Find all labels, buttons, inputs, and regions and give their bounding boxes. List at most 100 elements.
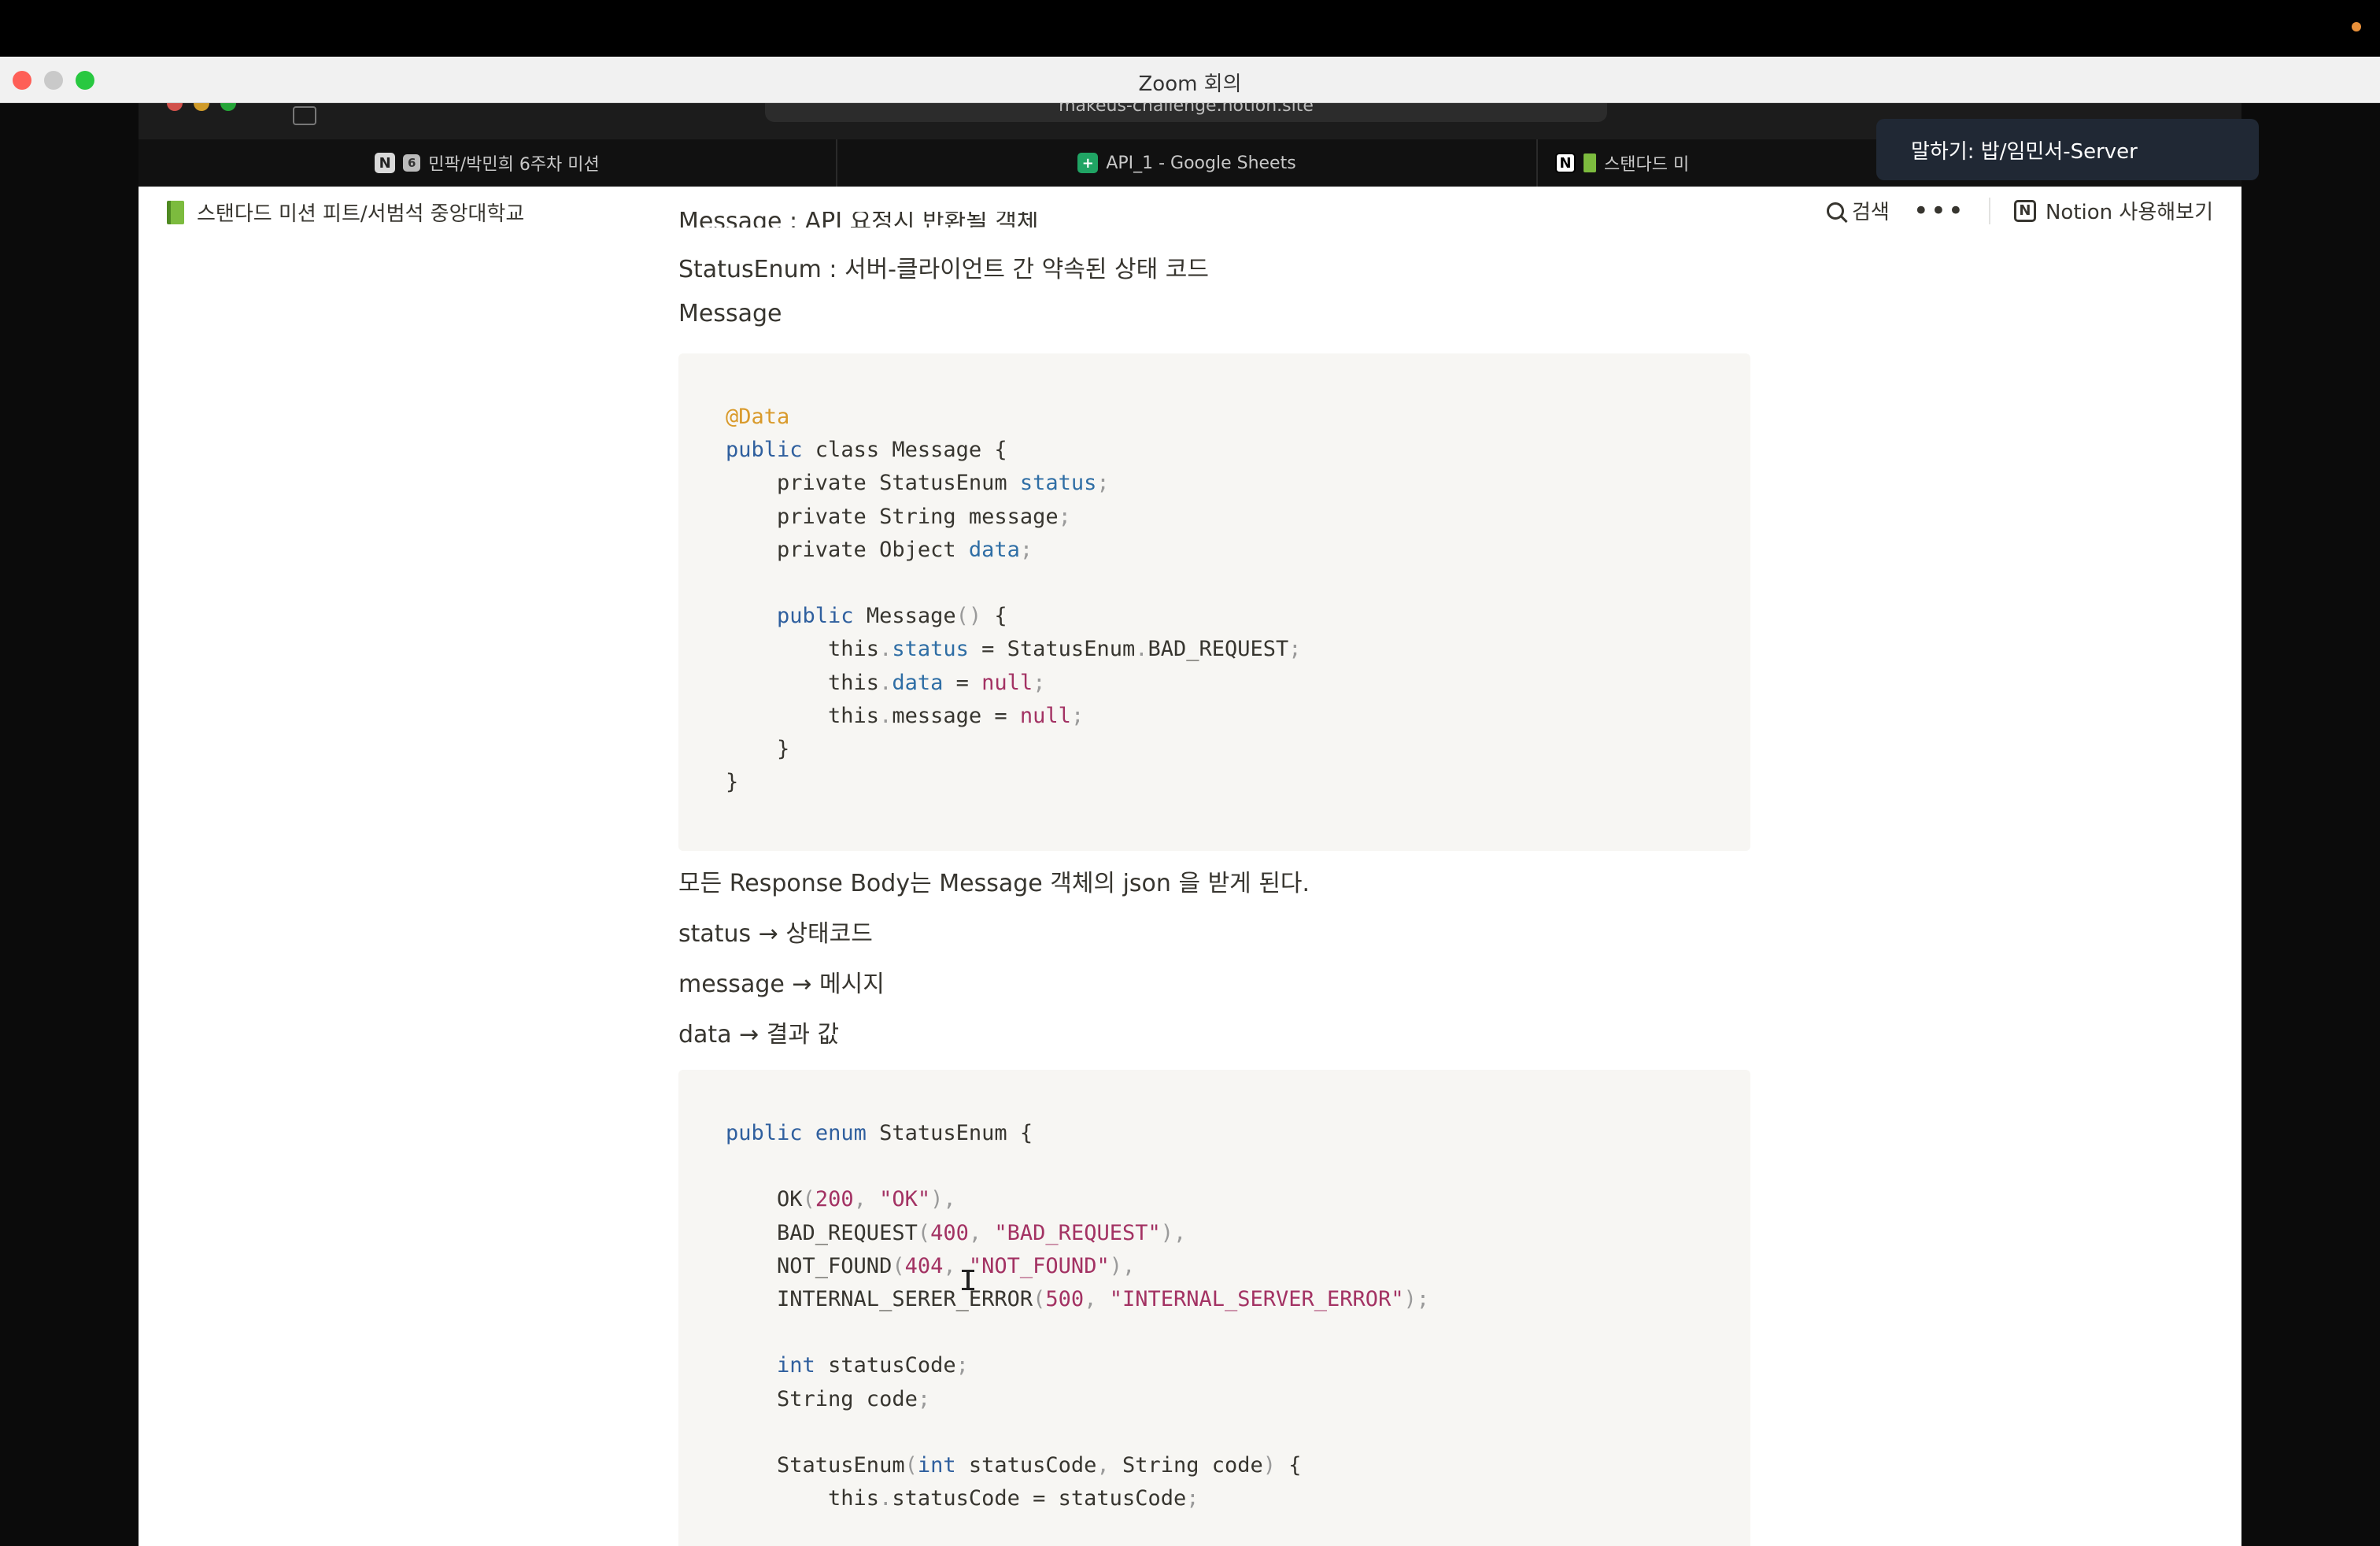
code-token: enum [815, 1121, 867, 1145]
code-token: = [943, 670, 982, 695]
code-line: } [726, 733, 1750, 766]
code-token: public [726, 438, 803, 463]
code-line: String code; [726, 1383, 1750, 1416]
tab-label: 민팍/박민희 6주차 미션 [428, 155, 600, 175]
code-token: 500 [1045, 1286, 1085, 1311]
code-token: public [777, 604, 854, 629]
macos-menu-bar [0, 0, 2380, 57]
try-notion-label: Notion 사용해보기 [2045, 201, 2213, 224]
response-body-paragraph: 모든 Response Body는 Message 객체의 json 을 받게 … [678, 870, 1310, 897]
code-line: public Message() { [726, 600, 1750, 633]
notion-page: 스탠다드 미션 피트/서범석 중앙대학교 검색 ••• N Notion 사용해… [139, 187, 2241, 1546]
code-line: INTERNAL_SERER_ERROR(500, "INTERNAL_SERV… [726, 1283, 1750, 1316]
code-token: statusCode [815, 1353, 956, 1378]
code-line: public class Message { [726, 434, 1750, 467]
code-token: StatusEnum [726, 1452, 905, 1478]
text-cursor-icon [962, 1270, 974, 1290]
code-line: this.status = StatusEnum.BAD_REQUEST; [726, 633, 1750, 666]
code-token: BAD_REQUEST [726, 1220, 918, 1245]
notion-icon: N [375, 153, 396, 173]
code-token: . [879, 670, 893, 695]
code-token: int [917, 1452, 956, 1478]
divider [1988, 197, 1990, 224]
code-token: ; [1186, 1486, 1199, 1511]
more-options-icon[interactable]: ••• [1913, 198, 1965, 224]
message-line: message → 메시지 [678, 971, 885, 998]
code-token: ( [904, 1452, 918, 1478]
code-token: { [1276, 1452, 1302, 1478]
topbar-actions: 검색 ••• N Notion 사용해보기 [1826, 196, 2213, 225]
code-token: } [726, 770, 739, 795]
code-line: } [726, 766, 1750, 799]
tab-notion-mission: N 6 민팍/박민희 6주차 미션 [139, 139, 837, 187]
code-token: 200 [815, 1187, 854, 1212]
code-token: int [777, 1353, 815, 1378]
code-token: private StatusEnum [726, 471, 1020, 496]
notion-topbar: 스탠다드 미션 피트/서범석 중앙대학교 검색 ••• N Notion 사용해… [139, 187, 2241, 234]
code-line: StatusEnum(int statusCode, String code) … [726, 1449, 1750, 1482]
code-token: ; [1070, 703, 1085, 728]
code-line: private String message; [726, 501, 1750, 534]
status-enum-description: StatusEnum : 서버-클라이언트 간 약속된 상태 코드 [678, 256, 1209, 283]
code-token: 400 [930, 1220, 969, 1245]
code-token: ), [1109, 1253, 1136, 1278]
shared-screen: makeus-challenge.notion.site N 6 민팍/박민희 … [0, 103, 2380, 1546]
code-token: 404 [904, 1253, 944, 1278]
code-token: ( [1033, 1286, 1046, 1311]
zoom-window-title: Zoom 회의 [1138, 72, 1242, 96]
code-line: int statusCode; [726, 1349, 1750, 1382]
code-token: message = [892, 703, 1020, 728]
code-line: private Object data; [726, 534, 1750, 567]
cut-off-text: Message : API 요청시 반환될 객체 [678, 212, 1039, 227]
search-button[interactable]: 검색 [1826, 196, 1890, 225]
code-line: public enum StatusEnum { [726, 1117, 1750, 1150]
code-token: Message [853, 604, 956, 629]
search-label: 검색 [1851, 201, 1890, 224]
notion-icon: N [1555, 153, 1576, 173]
code-line: private StatusEnum status; [726, 467, 1750, 500]
code-token: public [726, 1121, 803, 1145]
code-token: null [981, 670, 1033, 695]
tab-badge: 6 [403, 154, 421, 172]
code-token: null [1019, 703, 1071, 728]
code-token: data [892, 670, 944, 695]
code-line: NOT_FOUND(404, "NOT_FOUND"), [726, 1250, 1750, 1283]
code-token: OK [726, 1187, 803, 1212]
google-sheets-icon: + [1077, 153, 1099, 173]
code-token: ); [1403, 1286, 1430, 1311]
code-token: ( [802, 1187, 815, 1212]
code-token: = StatusEnum [968, 637, 1136, 662]
code-token: . [879, 637, 893, 662]
tab-label: API_1 - Google Sheets [1106, 153, 1296, 173]
code-block-status-enum[interactable]: public enum StatusEnum { OK(200, "OK"), … [678, 1070, 1750, 1546]
code-token: ; [917, 1386, 931, 1411]
sidebar-icon [293, 106, 316, 125]
code-line: @Data [726, 401, 1750, 434]
code-token: BAD_REQUEST [1148, 637, 1289, 662]
code-token: NOT_FOUND [726, 1253, 893, 1278]
book-icon [1584, 153, 1596, 172]
code-token: , [968, 1220, 995, 1245]
code-line: this.message = null; [726, 700, 1750, 733]
code-block-message[interactable]: @Data public class Message { private Stat… [678, 353, 1750, 851]
code-token: data [968, 537, 1020, 562]
code-token: status [892, 637, 969, 662]
code-token: ; [1288, 637, 1302, 662]
code-token: ( [892, 1253, 905, 1278]
try-notion-button[interactable]: N Notion 사용해보기 [2013, 196, 2213, 225]
breadcrumb-title: 스탠다드 미션 피트/서범석 중앙대학교 [197, 202, 525, 226]
code-token: status [1019, 471, 1097, 496]
code-token: ( [917, 1220, 931, 1245]
code-line: this.data = null; [726, 667, 1750, 700]
status-line: status → 상태코드 [678, 920, 873, 948]
code-token: statusCode [955, 1452, 1097, 1478]
data-line: data → 결과 값 [678, 1021, 840, 1049]
message-heading: Message [678, 300, 782, 327]
code-token: private Object [726, 537, 969, 562]
code-token: StatusEnum { [866, 1121, 1033, 1145]
breadcrumb[interactable]: 스탠다드 미션 피트/서범석 중앙대학교 [167, 198, 524, 227]
